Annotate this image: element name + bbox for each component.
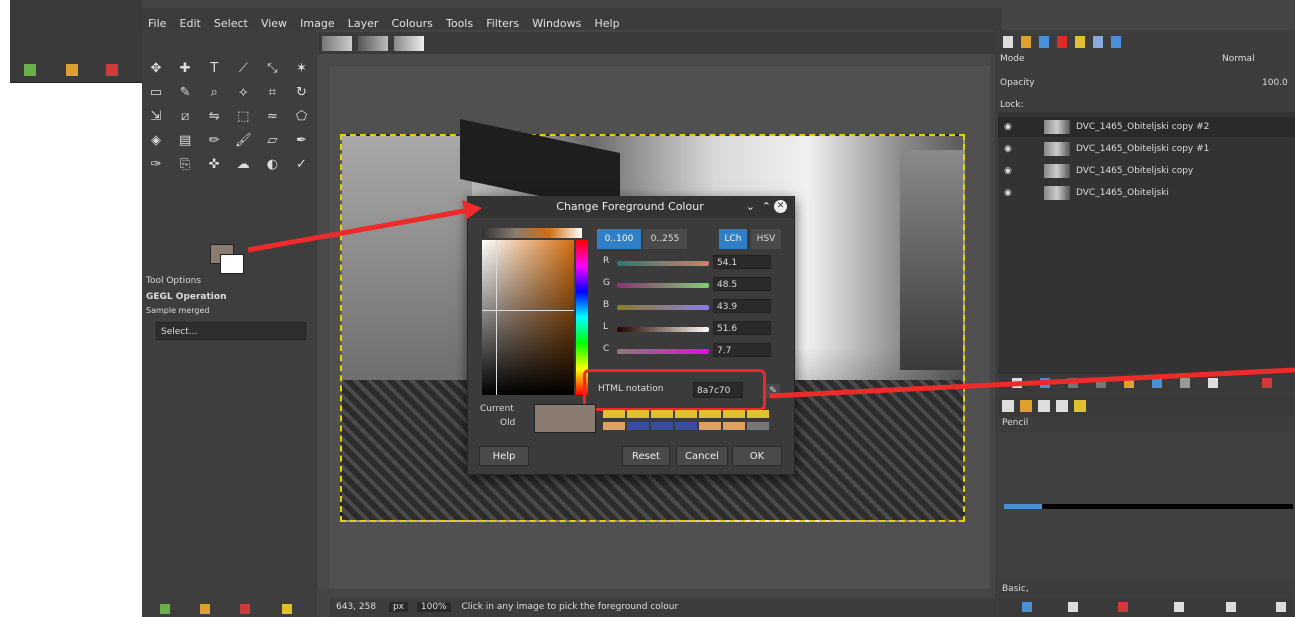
annotation-arrows xyxy=(247,200,1295,399)
arrow-to-dialog xyxy=(247,207,471,253)
arrow-to-hex xyxy=(769,367,1295,399)
arrow-head-dialog xyxy=(462,200,482,220)
